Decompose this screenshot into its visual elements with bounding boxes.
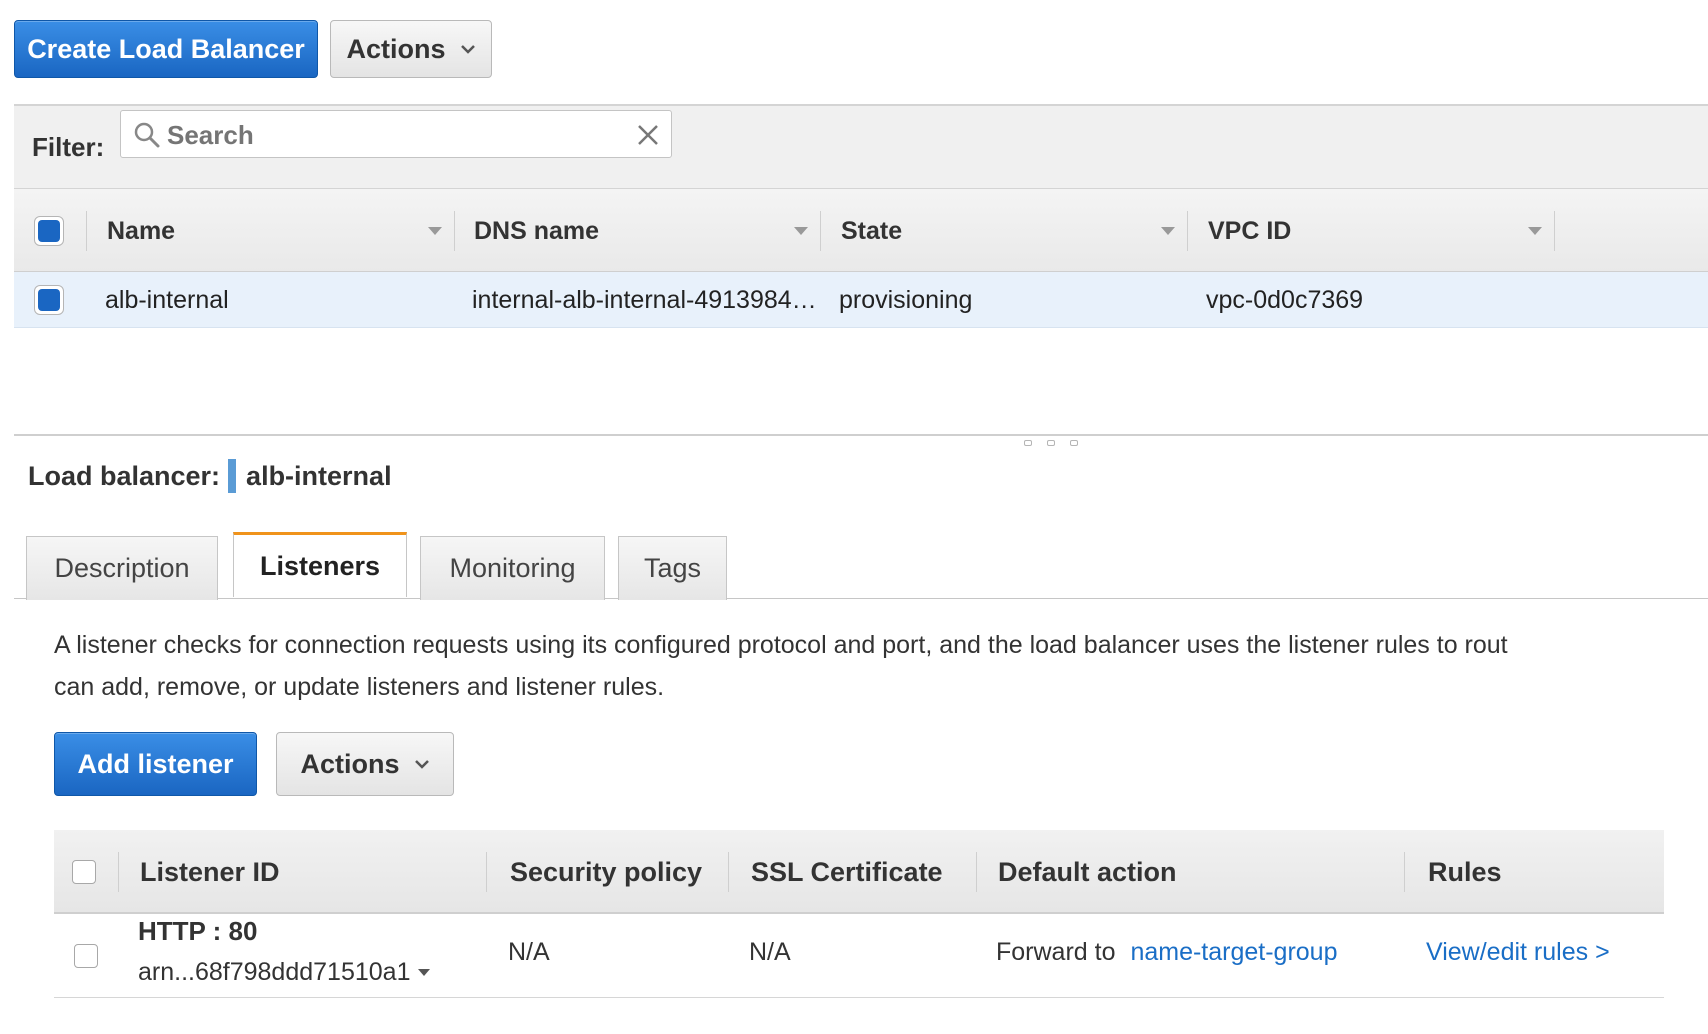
listeners-table-header: Listener ID Security policy SSL Certific… <box>54 830 1664 914</box>
chevron-down-icon <box>460 45 475 54</box>
tab-tags[interactable]: Tags <box>618 536 727 600</box>
panel-divider[interactable] <box>14 434 1708 436</box>
listener-security-policy: N/A <box>508 938 550 966</box>
select-all-checkbox[interactable] <box>34 216 64 246</box>
listener-arn-text: arn...68f798ddd71510a1 <box>138 958 411 986</box>
column-header-rules: Rules <box>1428 856 1502 887</box>
sort-state-icon[interactable] <box>1161 227 1175 235</box>
detail-marker <box>228 459 237 493</box>
column-header-vpc-id[interactable]: VPC ID <box>1208 189 1291 273</box>
row-name: alb-internal <box>105 285 229 314</box>
filter-bar: Filter: <box>14 104 1708 188</box>
listener-row-checkbox[interactable] <box>74 944 98 968</box>
target-group-link[interactable]: name-target-group <box>1130 938 1337 966</box>
table-row[interactable]: alb-internal internal-alb-internal-49139… <box>14 272 1708 328</box>
actions-label: Actions <box>346 33 446 64</box>
column-header-state[interactable]: State <box>841 189 902 273</box>
chevron-down-icon <box>414 760 429 769</box>
row-state: provisioning <box>839 285 973 314</box>
listener-protocol-port: HTTP : 80 <box>138 916 258 946</box>
column-header-dns-name[interactable]: DNS name <box>474 189 599 273</box>
select-all-listeners-checkbox[interactable] <box>72 860 96 884</box>
sort-dns-icon[interactable] <box>794 227 808 235</box>
detail-label: Load balancer: <box>28 460 221 491</box>
detail-title: Load balancer: alb-internal <box>28 456 392 496</box>
column-header-name[interactable]: Name <box>107 189 175 273</box>
row-dns-name: internal-alb-internal-4913984… <box>472 285 817 314</box>
listener-arn[interactable]: arn...68f798ddd71510a1 <box>138 958 431 987</box>
listener-ssl-certificate: N/A <box>749 938 791 966</box>
sort-name-icon[interactable] <box>428 227 442 235</box>
default-action-prefix: Forward to <box>996 938 1116 966</box>
resize-handle-icon[interactable] <box>1024 440 1078 448</box>
row-checkbox[interactable] <box>34 285 64 315</box>
create-load-balancer-button[interactable]: Create Load Balancer <box>14 20 318 78</box>
search-input[interactable] <box>165 117 619 153</box>
listener-default-action: Forward to name-target-group <box>996 938 1338 967</box>
column-header-ssl-certificate: SSL Certificate <box>751 856 943 887</box>
table-row: HTTP : 80 arn...68f798ddd71510a1 N/A N/A… <box>54 914 1664 998</box>
clear-search-icon[interactable] <box>637 124 659 146</box>
listener-actions-button[interactable]: Actions <box>276 732 454 796</box>
load-balancer-table-header: Name DNS name State VPC ID <box>14 188 1708 272</box>
tab-monitoring[interactable]: Monitoring <box>420 536 605 600</box>
row-vpc-id: vpc-0d0c7369 <box>1206 285 1364 314</box>
tab-description[interactable]: Description <box>26 536 218 600</box>
listeners-description: A listener checks for connection request… <box>54 631 1508 701</box>
column-header-listener-id: Listener ID <box>140 856 280 887</box>
tab-listeners[interactable]: Listeners <box>233 532 407 597</box>
caret-down-icon <box>418 969 431 976</box>
search-icon <box>134 122 160 148</box>
tab-strip-line <box>14 598 1708 599</box>
detail-name: alb-internal <box>246 460 392 491</box>
column-header-security-policy: Security policy <box>510 856 703 887</box>
search-box[interactable] <box>120 110 672 158</box>
add-listener-button[interactable]: Add listener <box>54 732 257 796</box>
filter-label: Filter: <box>32 131 105 162</box>
create-load-balancer-label: Create Load Balancer <box>27 33 305 64</box>
column-header-default-action: Default action <box>998 856 1177 887</box>
sort-vpc-icon[interactable] <box>1528 227 1542 235</box>
actions-dropdown-button[interactable]: Actions <box>330 20 492 78</box>
view-edit-rules-link[interactable]: View/edit rules > <box>1426 938 1610 967</box>
